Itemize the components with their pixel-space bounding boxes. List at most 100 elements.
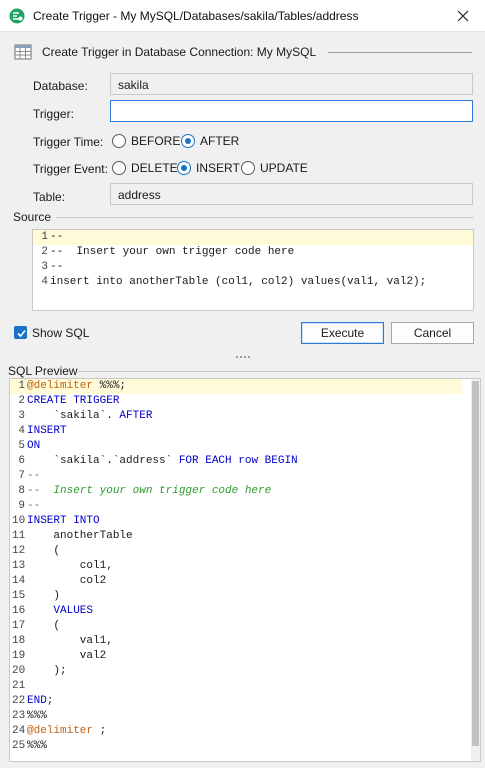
line-number: 24 — [12, 725, 26, 737]
close-icon[interactable] — [453, 6, 473, 26]
preview-code-line: 18 val1, — [10, 634, 462, 649]
code-token: ; — [93, 725, 107, 737]
preview-code-line: 19 val2 — [10, 649, 462, 664]
line-number: 1 — [18, 380, 25, 392]
code-token: -- — [27, 500, 41, 512]
preview-code-line: 10 INSERT INTO — [10, 514, 462, 529]
preview-code-line: 1 @delimiter %%%; — [10, 379, 462, 394]
line-number: 17 — [12, 620, 26, 632]
line-number: 12 — [12, 545, 26, 557]
preview-code-line: 5 ON — [10, 439, 462, 454]
checkbox-box[interactable] — [14, 326, 27, 339]
code-token: ( — [27, 620, 61, 632]
code-token: %%% — [27, 740, 47, 752]
code-text: -- — [50, 261, 64, 273]
line-number: 4 — [41, 276, 48, 288]
code-token: val2 — [27, 650, 107, 662]
code-token: END — [27, 695, 47, 707]
preview-code-line: 9 -- — [10, 499, 462, 514]
code-token: -- — [27, 470, 41, 482]
sql-preview-editor[interactable]: 1 @delimiter %%%; 2 CREATE TRIGGER 3 `sakila… — [9, 378, 481, 762]
table-field: address — [110, 183, 473, 205]
radio-circle — [112, 161, 126, 175]
splitter-handle[interactable] — [236, 355, 250, 359]
table-label: Table: — [33, 190, 66, 204]
code-token: ); — [27, 665, 67, 677]
line-number: 25 — [12, 740, 26, 752]
radio-label: INSERT — [196, 161, 240, 175]
code-token: CREATE TRIGGER — [27, 395, 120, 407]
trigger-label: Trigger: — [33, 107, 74, 121]
line-number: 23 — [12, 710, 26, 722]
radio-label: UPDATE — [260, 161, 308, 175]
preview-code-line: 13 col1, — [10, 559, 462, 574]
execute-button[interactable]: Execute — [301, 322, 384, 344]
source-editor[interactable]: 1 -- 2 -- Insert your own trigger code here… — [32, 229, 474, 311]
code-token: col1, — [27, 560, 113, 572]
database-table-icon — [14, 44, 32, 60]
dialog-header: Create Trigger in Database Connection: M… — [14, 43, 474, 61]
line-number: 1 — [41, 231, 48, 243]
radio-circle — [177, 161, 191, 175]
source-code-line: 2 -- Insert your own trigger code here — [33, 245, 473, 260]
preview-code-line: 12 ( — [10, 544, 462, 559]
trigger-name-input[interactable] — [110, 100, 473, 122]
line-number: 11 — [12, 530, 26, 542]
line-number: 6 — [18, 455, 25, 467]
code-token: val1, — [27, 635, 113, 647]
title-bar: Create Trigger - My MySQL/Databases/saki… — [0, 0, 485, 32]
line-number: 10 — [12, 515, 26, 527]
line-number: 9 — [18, 500, 25, 512]
preview-code-line: 23%%% — [10, 709, 462, 724]
preview-code-line: 24 @delimiter ; — [10, 724, 462, 739]
window-title: Create Trigger - My MySQL/Databases/saki… — [33, 9, 359, 23]
line-number: 4 — [18, 425, 25, 437]
preview-code-line: 2 CREATE TRIGGER — [10, 394, 462, 409]
radio-label: BEFORE — [131, 134, 181, 148]
line-number: 15 — [12, 590, 26, 602]
line-number: 7 — [18, 470, 25, 482]
line-number: 16 — [12, 605, 26, 617]
check-icon — [17, 329, 26, 338]
code-text: -- Insert your own trigger code here — [50, 246, 295, 258]
line-number: 14 — [12, 575, 26, 587]
sql-preview-scrollbar[interactable] — [471, 379, 480, 761]
code-token: @delimiter — [27, 725, 94, 737]
code-token: -- Insert your own trigger code here — [27, 485, 272, 497]
header-divider — [328, 52, 472, 53]
line-number: 13 — [12, 560, 26, 572]
source-code-line: 4 insert into anotherTable (col1, col2) v… — [33, 275, 473, 290]
code-token: @delimiter — [27, 380, 94, 392]
preview-code-line: 14 col2 — [10, 574, 462, 589]
sql-preview-lines: 1 @delimiter %%%; 2 CREATE TRIGGER 3 `sakila… — [10, 379, 480, 754]
line-number: 2 — [18, 395, 25, 407]
code-token: AFTER — [119, 410, 153, 422]
code-token: ; — [46, 695, 54, 707]
code-token: anotherTable — [27, 530, 133, 542]
line-number: 5 — [18, 440, 25, 452]
trigger-event-label: Trigger Event: — [33, 162, 108, 176]
line-number: 18 — [12, 635, 26, 647]
radio-circle — [241, 161, 255, 175]
code-token: ON — [27, 440, 41, 452]
code-text: -- — [50, 231, 64, 243]
sql-preview-divider — [78, 371, 480, 372]
preview-code-line: 22 END; — [10, 694, 462, 709]
source-divider — [56, 217, 474, 218]
line-number: 8 — [18, 485, 25, 497]
line-number: 3 — [41, 261, 48, 273]
radio-label: AFTER — [200, 134, 240, 148]
preview-code-line: 7 -- — [10, 469, 462, 484]
radio-label: DELETE — [131, 161, 178, 175]
preview-code-line: 17 ( — [10, 619, 462, 634]
preview-code-line: 21 — [10, 679, 462, 694]
scrollbar-thumb[interactable] — [472, 381, 479, 746]
preview-code-line: 11 anotherTable — [10, 529, 462, 544]
cancel-button[interactable]: Cancel — [391, 322, 474, 344]
database-label: Database: — [33, 79, 88, 93]
code-token: `sakila`.`address` — [27, 455, 179, 467]
line-number: 20 — [12, 665, 26, 677]
radio-circle — [112, 134, 126, 148]
code-token: INSERT — [27, 425, 67, 437]
preview-code-line: 4 INSERT — [10, 424, 462, 439]
